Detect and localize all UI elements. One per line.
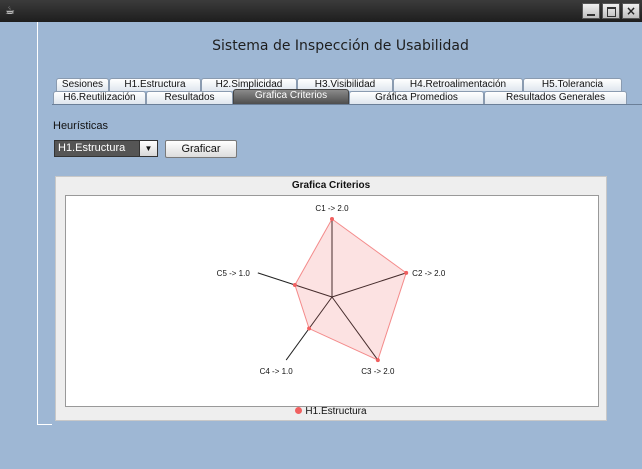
- close-icon[interactable]: ×: [622, 3, 640, 19]
- radar-point-c3: [375, 358, 380, 363]
- tab-sesiones[interactable]: Sesiones: [56, 78, 109, 91]
- chevron-down-icon[interactable]: ▼: [139, 141, 157, 156]
- radar-point-c4: [307, 326, 312, 331]
- chart-plot-area: C1 -> 2.0 C2 -> 2.0 C3 -> 2.0 C4 -> 1.0 C5 -…: [65, 195, 599, 407]
- heuristic-select-value: H1.Estructura: [58, 142, 126, 154]
- heuristic-select[interactable]: H1.Estructura ▼: [54, 140, 158, 157]
- radar-label-c4: C4 -> 1.0: [260, 367, 294, 376]
- radar-label-c5: C5 -> 1.0: [217, 269, 251, 278]
- legend-label: H1.Estructura: [305, 406, 367, 417]
- radar-point-c5: [292, 282, 297, 287]
- radar-label-c2: C2 -> 2.0: [412, 269, 446, 278]
- radar-series-area: [294, 218, 407, 361]
- app-title: Sistema de Inspección de Usabilidad: [212, 38, 469, 54]
- tab-h1-estructura[interactable]: H1.Estructura: [109, 78, 201, 91]
- radar-label-c3: C3 -> 2.0: [361, 367, 395, 376]
- tab-resultados-generales[interactable]: Resultados Generales: [484, 91, 627, 104]
- tab-grafica-criterios[interactable]: Grafica Criterios: [233, 89, 349, 104]
- minimize-icon[interactable]: [582, 3, 600, 19]
- radar-point-c1: [330, 217, 334, 221]
- window-controls: ×: [582, 3, 640, 19]
- maximize-icon[interactable]: [602, 3, 620, 19]
- heuristics-label: Heurísticas: [53, 120, 109, 132]
- graficar-button[interactable]: Graficar: [165, 140, 237, 158]
- radar-label-c1: C1 -> 2.0: [315, 204, 349, 213]
- chart-legend: H1.Estructura: [56, 406, 606, 417]
- legend-marker-icon: [295, 407, 303, 414]
- chart-panel: Grafica Criterios C1 -> 2.0 C2 -> 2.0 C3 -…: [55, 176, 607, 421]
- tab-h6-reutilizacion[interactable]: H6.Reutilización: [53, 91, 146, 104]
- chart-title: Grafica Criterios: [291, 180, 371, 191]
- tab-h5-tolerancia[interactable]: H5.Tolerancia: [523, 78, 622, 91]
- tab-grafica-promedios[interactable]: Gráfica Promedios: [349, 91, 484, 104]
- window-titlebar: ☕ ×: [0, 0, 642, 22]
- tab-resultados[interactable]: Resultados: [146, 91, 233, 104]
- app-icon: ☕: [5, 4, 15, 17]
- radar-chart: C1 -> 2.0 C2 -> 2.0 C3 -> 2.0 C4 -> 1.0 C5 -…: [217, 204, 446, 376]
- radar-point-c2: [404, 270, 409, 275]
- tab-h4-retroalimentacion[interactable]: H4.Retroalimentación: [393, 78, 523, 91]
